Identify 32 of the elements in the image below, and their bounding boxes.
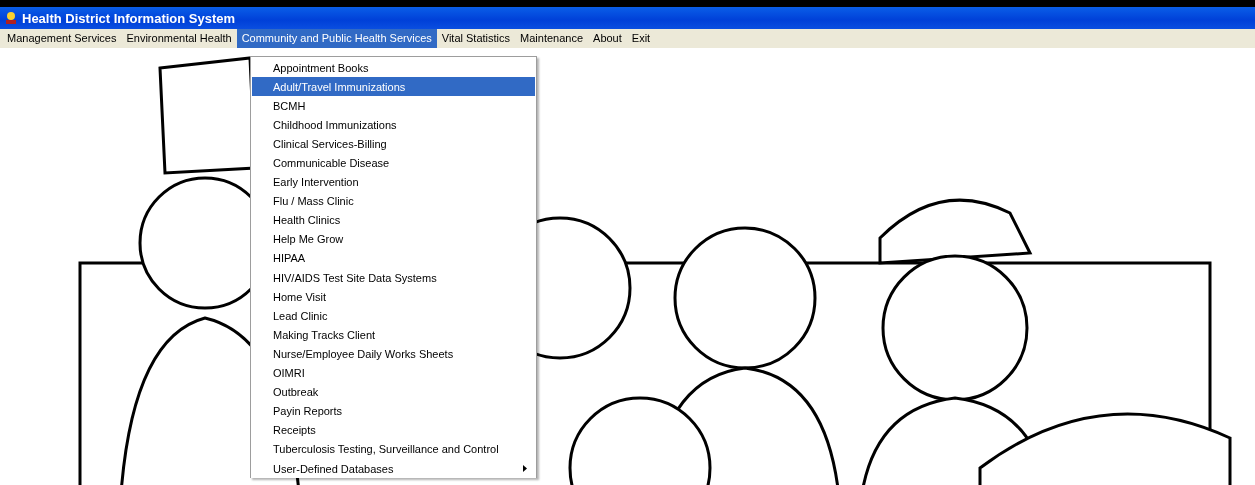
- menu-item[interactable]: Home Visit: [252, 287, 535, 307]
- menu-item[interactable]: Early Intervention: [252, 172, 535, 192]
- menu-item[interactable]: Appointment Books: [252, 58, 535, 78]
- menu-item[interactable]: Outbreak: [252, 382, 535, 402]
- menu-bar-item[interactable]: Vital Statistics: [436, 29, 516, 48]
- menu-item[interactable]: HIV/AIDS Test Site Data Systems: [252, 268, 535, 288]
- menu-item[interactable]: BCMH: [252, 96, 535, 116]
- menu-item[interactable]: Clinical Services-Billing: [252, 134, 535, 154]
- window-title: Health District Information System: [22, 10, 236, 26]
- menu-item[interactable]: Payin Reports: [252, 401, 535, 421]
- menu-item[interactable]: Making Tracks Client: [252, 325, 535, 345]
- menu-item[interactable]: Flu / Mass Clinic: [252, 191, 535, 211]
- menu-item[interactable]: Nurse/Employee Daily Works Sheets: [252, 344, 535, 364]
- menu-bar-item[interactable]: Exit: [626, 29, 656, 48]
- submenu-arrow-icon: [523, 465, 527, 472]
- menu-item[interactable]: Health Clinics: [252, 210, 535, 230]
- menu-item[interactable]: Lead Clinic: [252, 306, 535, 326]
- menu-bar-item[interactable]: About: [588, 29, 627, 48]
- menu-bar-item[interactable]: Management Services: [2, 29, 122, 48]
- menu-item[interactable]: Adult/Travel Immunizations: [252, 77, 535, 97]
- menu-bar-item[interactable]: Maintenance: [515, 29, 589, 48]
- menu-item[interactable]: Communicable Disease: [252, 153, 535, 173]
- menu-item[interactable]: HIPAA: [252, 248, 535, 269]
- app-icon: [4, 11, 18, 25]
- menu-item[interactable]: Tuberculosis Testing, Surveillance and Control: [252, 439, 535, 459]
- menu-bar-item[interactable]: Community and Public Health Services: [236, 29, 437, 48]
- menu-item[interactable]: Receipts: [252, 420, 535, 440]
- menu-bar-item[interactable]: Environmental Health: [121, 29, 237, 48]
- menu-item[interactable]: Childhood Immunizations: [252, 115, 535, 135]
- menu-item[interactable]: OIMRI: [252, 363, 535, 383]
- menu-item[interactable]: User-Defined Databases: [252, 458, 535, 479]
- menu-item[interactable]: Help Me Grow: [252, 229, 535, 249]
